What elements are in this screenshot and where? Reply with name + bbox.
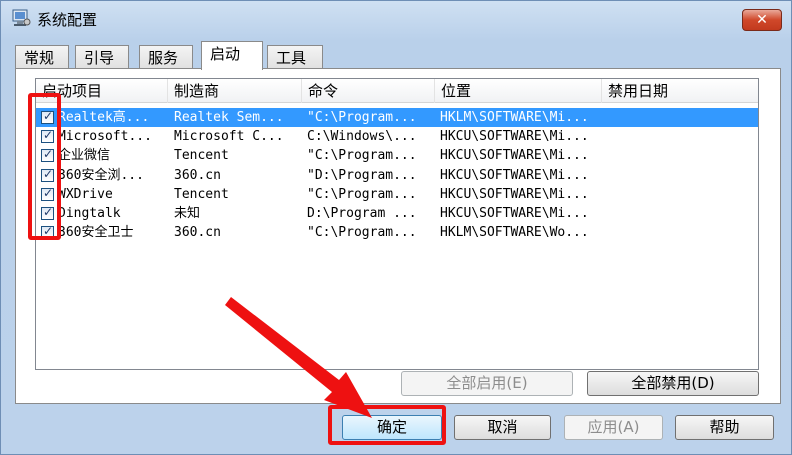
- cell-location: HKCU\SOFTWARE\Mi...: [440, 148, 589, 163]
- list-header: 启动项目 制造商 命令 位置 禁用日期: [36, 79, 758, 103]
- tab-general[interactable]: 常规: [15, 45, 69, 69]
- cell-disabled-date: [608, 108, 758, 127]
- table-row[interactable]: 企业微信 Tencent "C:\Program... HKCU\SOFTWAR…: [36, 146, 758, 165]
- cell-disabled-date: [608, 204, 758, 223]
- window-title: 系统配置: [37, 11, 98, 29]
- table-row[interactable]: WXDrive Tencent "C:\Program... HKCU\SOFT…: [36, 185, 758, 204]
- title-bar[interactable]: 系统配置 ✕: [1, 1, 791, 35]
- close-icon: ✕: [756, 12, 768, 28]
- system-config-icon: [12, 9, 31, 26]
- table-row[interactable]: Microsoft... Microsoft C... C:\Windows\.…: [36, 127, 758, 146]
- startup-checkbox[interactable]: [41, 186, 54, 201]
- cell-manufacturer: Tencent: [174, 148, 229, 163]
- table-row[interactable]: 360安全卫士 360.cn "C:\Program... HKLM\SOFTW…: [36, 223, 758, 242]
- disable-all-button[interactable]: 全部禁用(D): [587, 371, 759, 396]
- ok-button[interactable]: 确定: [342, 415, 442, 440]
- column-manufacturer[interactable]: 制造商: [168, 79, 302, 103]
- cell-manufacturer: 360.cn: [174, 168, 221, 183]
- cell-manufacturer: Tencent: [174, 187, 229, 202]
- cell-command: "C:\Program...: [307, 187, 417, 202]
- startup-checkbox[interactable]: [41, 147, 54, 162]
- column-command[interactable]: 命令: [302, 79, 435, 103]
- startup-checkbox[interactable]: [41, 205, 54, 220]
- cell-disabled-date: [608, 166, 758, 185]
- cell-command: "C:\Program...: [307, 110, 417, 125]
- cell-disabled-date: [608, 185, 758, 204]
- startup-checkbox[interactable]: [41, 167, 54, 182]
- cell-manufacturer: 360.cn: [174, 225, 221, 240]
- column-location[interactable]: 位置: [435, 79, 602, 103]
- cell-command: C:\Windows\...: [307, 129, 417, 144]
- cell-location: HKCU\SOFTWARE\Mi...: [440, 168, 589, 183]
- cell-manufacturer: Realtek Sem...: [174, 110, 284, 125]
- system-config-window: 系统配置 ✕ 常规 引导 服务 启动 工具 启动项目 制造商 命令 位置 禁用日…: [0, 0, 792, 455]
- cancel-button[interactable]: 取消: [454, 415, 551, 440]
- cell-item: WXDrive: [58, 187, 113, 202]
- cell-disabled-date: [608, 223, 758, 242]
- cell-item: 360安全卫士: [58, 225, 134, 240]
- startup-checkbox[interactable]: [41, 224, 54, 239]
- cell-location: HKCU\SOFTWARE\Mi...: [440, 187, 589, 202]
- tab-tools[interactable]: 工具: [267, 45, 323, 69]
- startup-checkbox[interactable]: [41, 128, 54, 143]
- cell-disabled-date: [608, 127, 758, 146]
- tab-boot[interactable]: 引导: [75, 45, 129, 69]
- cell-item: Dingtalk: [58, 206, 121, 221]
- startup-checkbox[interactable]: [41, 109, 54, 124]
- cell-command: "C:\Program...: [307, 148, 417, 163]
- cell-item: Microsoft...: [58, 129, 152, 144]
- cell-command: D:\Program ...: [307, 206, 417, 221]
- table-row[interactable]: Dingtalk 未知 D:\Program ... HKCU\SOFTWARE…: [36, 204, 758, 223]
- startup-list[interactable]: 启动项目 制造商 命令 位置 禁用日期 Realtek高... Realtek …: [35, 78, 759, 370]
- cell-disabled-date: [608, 146, 758, 165]
- cell-item: 360安全浏...: [58, 168, 144, 183]
- column-startup-item[interactable]: 启动项目: [36, 79, 168, 103]
- cell-command: "C:\Program...: [307, 225, 417, 240]
- apply-button[interactable]: 应用(A): [564, 415, 663, 440]
- table-row[interactable]: Realtek高... Realtek Sem... "C:\Program..…: [36, 108, 758, 127]
- cell-location: HKLM\SOFTWARE\Mi...: [440, 110, 589, 125]
- tab-startup[interactable]: 启动: [201, 41, 263, 70]
- cell-item: 企业微信: [58, 148, 111, 163]
- cell-manufacturer: Microsoft C...: [174, 129, 284, 144]
- cell-location: HKCU\SOFTWARE\Mi...: [440, 129, 589, 144]
- tab-services[interactable]: 服务: [139, 45, 193, 69]
- cell-location: HKCU\SOFTWARE\Mi...: [440, 206, 589, 221]
- cell-manufacturer: 未知: [174, 206, 201, 221]
- cell-item: Realtek高...: [58, 110, 150, 125]
- cell-command: "D:\Program...: [307, 168, 417, 183]
- column-disabled-date[interactable]: 禁用日期: [602, 79, 758, 103]
- startup-panel: 启动项目 制造商 命令 位置 禁用日期 Realtek高... Realtek …: [15, 68, 781, 404]
- enable-all-button[interactable]: 全部启用(E): [401, 371, 573, 396]
- help-button[interactable]: 帮助: [675, 415, 774, 440]
- cell-location: HKLM\SOFTWARE\Wo...: [440, 225, 589, 240]
- close-button[interactable]: ✕: [742, 9, 782, 31]
- table-row[interactable]: 360安全浏... 360.cn "D:\Program... HKCU\SOF…: [36, 166, 758, 185]
